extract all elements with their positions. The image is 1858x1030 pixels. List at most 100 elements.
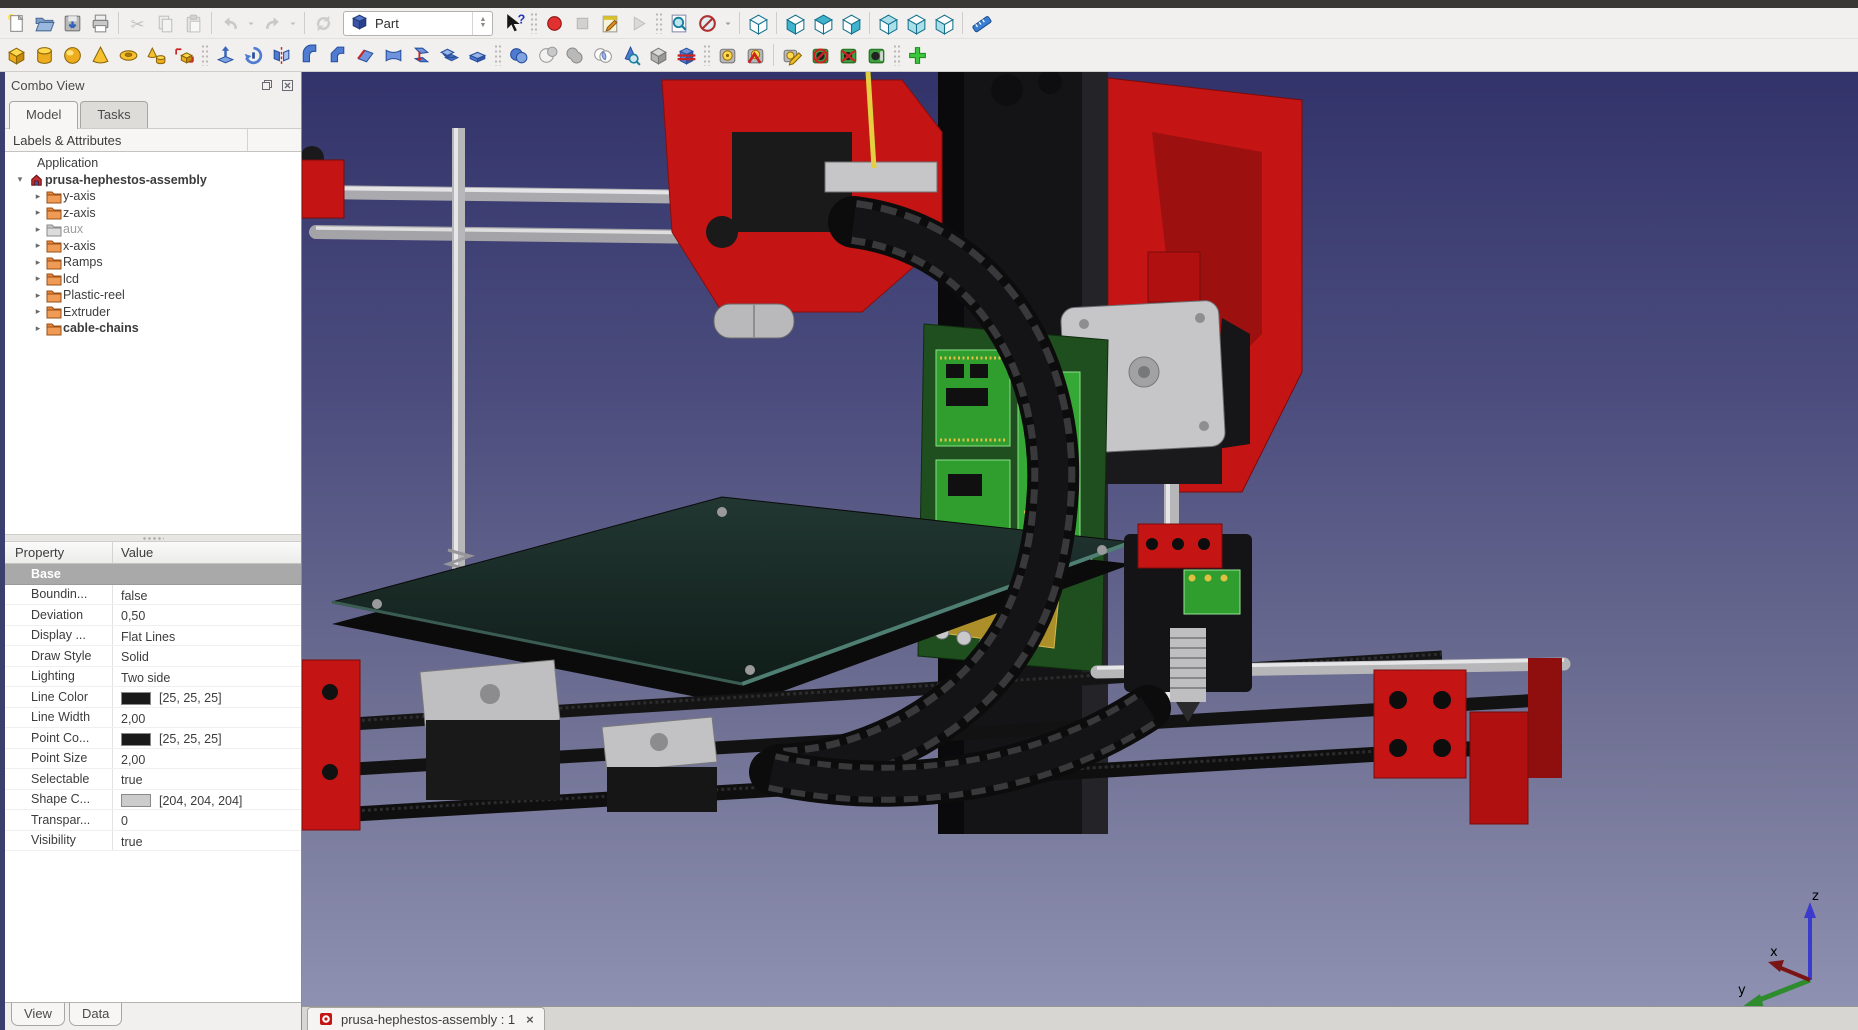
property-row-draw-style[interactable]: Draw StyleSolid [5, 646, 301, 667]
property-row-display----[interactable]: Display ...Flat Lines [5, 626, 301, 647]
fit-all-icon[interactable] [665, 9, 693, 37]
tree-item-z-axis[interactable]: ▸z-axis [5, 205, 301, 222]
expand-arrow-icon[interactable]: ▸ [31, 257, 45, 268]
cut-boolean-icon[interactable] [532, 41, 560, 69]
tab-view[interactable]: View [11, 1003, 65, 1026]
property-row-point-co---[interactable]: Point Co...[25, 25, 25] [5, 728, 301, 749]
box-icon[interactable] [2, 41, 30, 69]
expand-arrow-icon[interactable]: ▸ [31, 191, 45, 202]
view-right-icon[interactable] [837, 9, 865, 37]
document-tab[interactable]: prusa-hephestos-assembly : 1 × [307, 1007, 545, 1030]
make-face-icon[interactable] [351, 41, 379, 69]
view-left-icon[interactable] [930, 9, 958, 37]
macro-play-icon[interactable] [624, 9, 652, 37]
mirror-icon[interactable] [267, 41, 295, 69]
tab-tasks[interactable]: Tasks [80, 101, 147, 128]
property-row-shape-c---[interactable]: Shape C...[204, 204, 204] [5, 790, 301, 811]
tree-root-application[interactable]: Application [5, 155, 301, 172]
tree-item-ramps[interactable]: ▸Ramps [5, 254, 301, 271]
panel-splitter[interactable] [5, 534, 301, 542]
expand-arrow-icon[interactable]: ▸ [31, 207, 45, 218]
cross-sections-icon[interactable] [672, 41, 700, 69]
measure-toggle-delta-icon[interactable] [862, 41, 890, 69]
shape-builder-icon[interactable] [170, 41, 198, 69]
measure-annotate-icon[interactable] [778, 41, 806, 69]
copy-icon[interactable] [151, 9, 179, 37]
property-row-lighting[interactable]: LightingTwo side [5, 667, 301, 688]
redo-dropdown-icon[interactable] [286, 9, 300, 37]
measure-angular-icon[interactable] [741, 41, 769, 69]
document-tab-close-icon[interactable]: × [522, 1012, 534, 1027]
property-row-line-width[interactable]: Line Width2,00 [5, 708, 301, 729]
loft-icon[interactable] [407, 41, 435, 69]
expand-arrow-icon[interactable]: ▸ [31, 224, 45, 235]
view-bottom-icon[interactable] [902, 9, 930, 37]
tree-item-lcd[interactable]: ▸lcd [5, 271, 301, 288]
close-panel-icon[interactable] [280, 78, 295, 93]
section-icon[interactable] [463, 41, 491, 69]
fillet-icon[interactable] [295, 41, 323, 69]
macro-stop-icon[interactable] [568, 9, 596, 37]
expand-arrow-icon[interactable]: ▸ [31, 240, 45, 251]
tree-item-document[interactable]: ▾prusa-hephestos-assembly [5, 172, 301, 189]
property-row-boundin---[interactable]: Boundin...false [5, 585, 301, 606]
float-panel-icon[interactable] [260, 78, 275, 93]
workbench-selector[interactable]: Part▲▼ [343, 11, 493, 36]
chamfer-icon[interactable] [323, 41, 351, 69]
property-row-visibility[interactable]: Visibilitytrue [5, 831, 301, 852]
tree-item-x-axis[interactable]: ▸x-axis [5, 238, 301, 255]
cut-icon[interactable]: ✂ [123, 9, 151, 37]
tree-item-cable-chains[interactable]: ▸cable-chains [5, 320, 301, 337]
property-row-deviation[interactable]: Deviation0,50 [5, 605, 301, 626]
workbench-spinner[interactable]: ▲▼ [472, 12, 488, 35]
tree-item-aux[interactable]: ▸aux [5, 221, 301, 238]
save-icon[interactable] [58, 9, 86, 37]
3d-viewport[interactable]: z y x [302, 72, 1858, 1006]
macro-edit-icon[interactable] [596, 9, 624, 37]
tree-item-plastic-reel[interactable]: ▸Plastic-reel [5, 287, 301, 304]
cone-icon[interactable] [86, 41, 114, 69]
view-isometric-icon[interactable] [744, 9, 772, 37]
draw-style-dropdown-icon[interactable] [721, 9, 735, 37]
property-row-point-size[interactable]: Point Size2,00 [5, 749, 301, 770]
tree-item-y-axis[interactable]: ▸y-axis [5, 188, 301, 205]
view-top-icon[interactable] [809, 9, 837, 37]
tab-data[interactable]: Data [69, 1003, 122, 1026]
ruled-surface-icon[interactable] [379, 41, 407, 69]
sweep-icon[interactable] [435, 41, 463, 69]
expand-arrow-icon[interactable]: ▸ [31, 323, 45, 334]
redo-icon[interactable] [258, 9, 286, 37]
measure-toggle-3d-icon[interactable] [834, 41, 862, 69]
measure-distance-icon[interactable] [967, 9, 995, 37]
undo-icon[interactable] [216, 9, 244, 37]
expand-arrow-icon[interactable]: ▸ [31, 273, 45, 284]
primitives-icon[interactable] [142, 41, 170, 69]
property-row-selectable[interactable]: Selectabletrue [5, 769, 301, 790]
extrude-icon[interactable] [211, 41, 239, 69]
property-row-transpar---[interactable]: Transpar...0 [5, 810, 301, 831]
tree-item-extruder[interactable]: ▸Extruder [5, 304, 301, 321]
new-file-icon[interactable] [2, 9, 30, 37]
measure-clear-icon[interactable] [806, 41, 834, 69]
property-group-base[interactable]: Base [5, 564, 301, 585]
whats-this-icon[interactable]: ? [499, 9, 527, 37]
print-icon[interactable] [86, 9, 114, 37]
undo-dropdown-icon[interactable] [244, 9, 258, 37]
draw-style-icon[interactable] [693, 9, 721, 37]
sphere-icon[interactable] [58, 41, 86, 69]
view-front-icon[interactable] [781, 9, 809, 37]
expand-arrow-icon[interactable]: ▸ [31, 290, 45, 301]
open-file-icon[interactable] [30, 9, 58, 37]
add-item-icon[interactable] [903, 41, 931, 69]
macro-record-icon[interactable] [540, 9, 568, 37]
property-row-line-color[interactable]: Line Color[25, 25, 25] [5, 687, 301, 708]
tab-model[interactable]: Model [9, 101, 78, 129]
paste-icon[interactable] [179, 9, 207, 37]
expand-arrow-icon[interactable]: ▾ [13, 174, 27, 185]
revolve-icon[interactable] [239, 41, 267, 69]
torus-icon[interactable] [114, 41, 142, 69]
defeaturing-icon[interactable] [644, 41, 672, 69]
boolean-icon[interactable] [504, 41, 532, 69]
union-icon[interactable] [560, 41, 588, 69]
refresh-icon[interactable] [309, 9, 337, 37]
